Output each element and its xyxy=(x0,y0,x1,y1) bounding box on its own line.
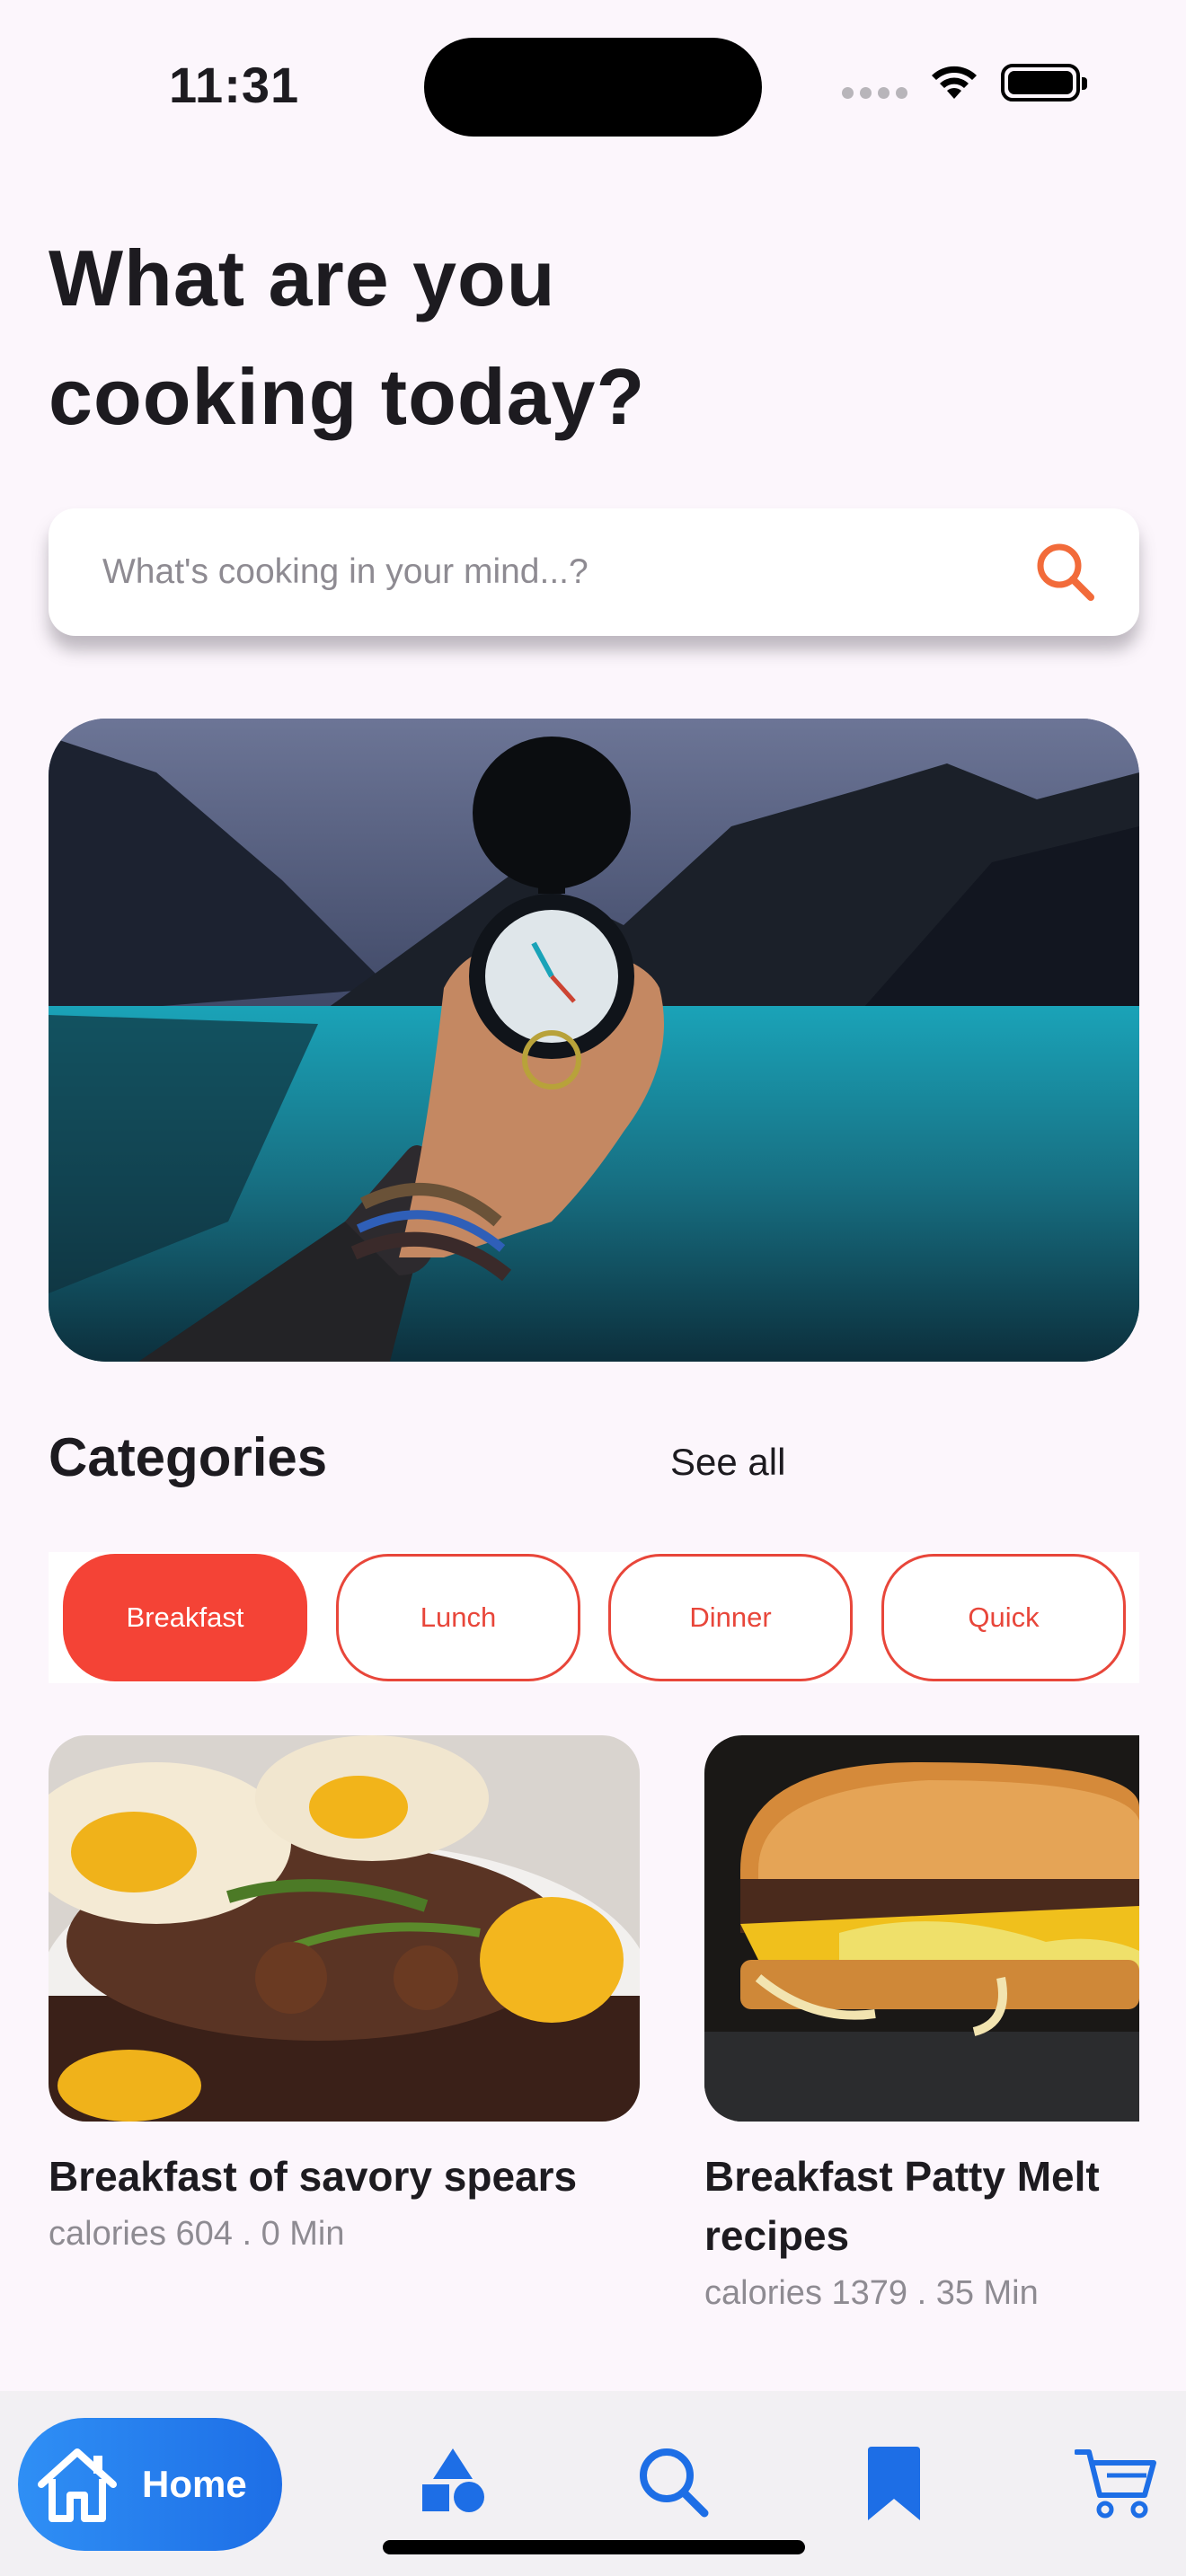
recipe-photo-2 xyxy=(704,1735,1139,2122)
categories-icon[interactable] xyxy=(417,2445,489,2517)
chip-dinner[interactable]: Dinner xyxy=(608,1554,853,1681)
dynamic-island xyxy=(424,38,762,137)
recipe-card-image-2[interactable] xyxy=(704,1735,1139,2122)
home-icon xyxy=(38,2448,117,2522)
status-indicators xyxy=(842,63,1087,102)
status-time: 11:31 xyxy=(169,57,300,113)
see-all-link[interactable]: See all xyxy=(670,1441,785,1484)
chip-breakfast[interactable]: Breakfast xyxy=(63,1554,307,1681)
search-icon[interactable] xyxy=(1031,538,1100,606)
categories-heading: Categories xyxy=(49,1427,328,1487)
page-title: What are you cooking today? xyxy=(49,234,646,441)
nav-search-icon[interactable] xyxy=(636,2445,712,2520)
nav-home-label: Home xyxy=(142,2463,247,2505)
cart-icon[interactable] xyxy=(1075,2445,1157,2520)
nav-home-button[interactable]: Home xyxy=(18,2418,282,2551)
chip-quick[interactable]: Quick xyxy=(881,1554,1126,1681)
hero-banner-image[interactable] xyxy=(49,719,1139,1362)
chip-lunch[interactable]: Lunch xyxy=(336,1554,580,1681)
recipe-card-image-1[interactable] xyxy=(49,1735,640,2122)
recipe-title-2[interactable]: Breakfast Patty Melt recipes xyxy=(704,2147,1186,2265)
wifi-icon xyxy=(932,66,977,99)
bookmark-icon[interactable] xyxy=(864,2445,924,2522)
recipe-meta-1: calories 604 . 0 Min xyxy=(49,2215,345,2253)
home-indicator[interactable] xyxy=(383,2540,805,2554)
battery-icon xyxy=(1001,64,1087,101)
cellular-signal-icon xyxy=(842,86,907,99)
recipe-title-2-text: Breakfast Patty Melt recipes xyxy=(704,2153,1100,2259)
recipe-title-1[interactable]: Breakfast of savory spears xyxy=(49,2147,677,2206)
recipe-home-screen: 11:31 What are you cooking today? What's… xyxy=(0,0,1186,2576)
recipe-photo-1 xyxy=(49,1735,640,2122)
recipe-meta-2: calories 1379 . 35 Min xyxy=(704,2274,1039,2312)
search-bar[interactable] xyxy=(49,508,1139,636)
search-input[interactable] xyxy=(102,552,911,592)
hero-illustration xyxy=(49,719,1139,1362)
